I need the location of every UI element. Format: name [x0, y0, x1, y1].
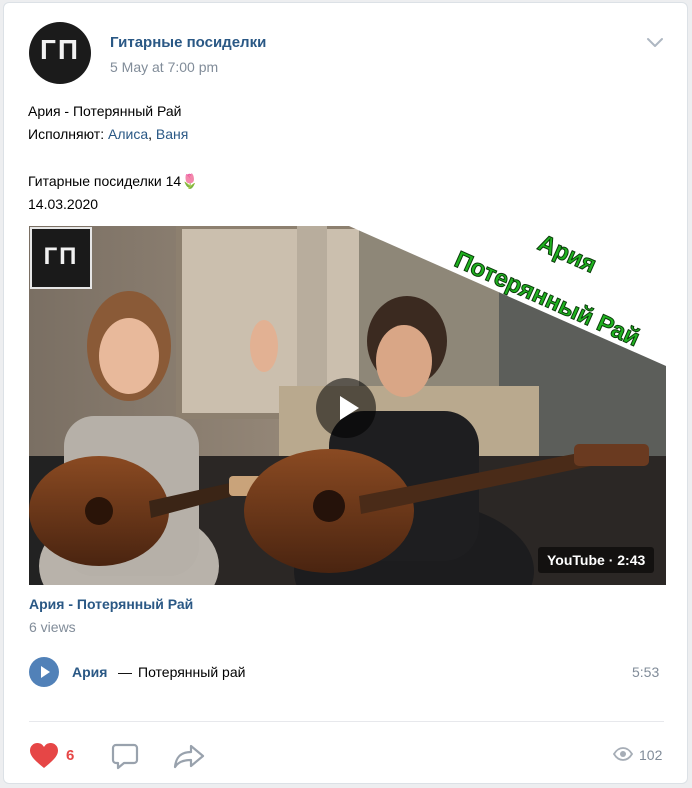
- eye-icon: [613, 747, 633, 761]
- post-date[interactable]: 5 May at 7:00 pm: [110, 59, 218, 75]
- post-text-line: Гитарные посиделки 14🌷: [28, 171, 199, 191]
- post-card: ГП Гитарные посиделки 5 May at 7:00 pm А…: [3, 2, 688, 784]
- post-text-date: 14.03.2020: [28, 196, 99, 212]
- comment-icon[interactable]: [110, 741, 140, 771]
- group-name-link[interactable]: Гитарные посиделки: [110, 34, 266, 51]
- video-duration-badge: YouTube · 2:43: [538, 547, 655, 573]
- share-icon[interactable]: [172, 742, 206, 770]
- audio-separator: —: [118, 664, 132, 680]
- comma: ,: [148, 126, 156, 142]
- audio-duration: 5:53: [632, 664, 660, 680]
- audio-play-button[interactable]: [29, 657, 59, 687]
- like-count[interactable]: 6: [66, 747, 74, 764]
- chevron-down-icon[interactable]: [644, 34, 666, 50]
- video-play-button[interactable]: [316, 378, 376, 438]
- audio-title[interactable]: Потерянный рай: [138, 664, 245, 680]
- performer-link-alisa[interactable]: Алиса: [108, 126, 148, 142]
- play-icon: [340, 396, 359, 420]
- post-performers-line: Исполняют: Алиса, Ваня: [28, 124, 188, 144]
- video-title-link[interactable]: Ария - Потерянный Рай: [29, 596, 193, 612]
- post-text-event: Гитарные посиделки 14: [28, 173, 182, 189]
- group-avatar[interactable]: ГП: [29, 22, 91, 84]
- channel-logo-text: ГП: [43, 243, 79, 270]
- video-player[interactable]: Ария Потерянный Рай ГП YouTube · 2:43: [29, 226, 666, 585]
- play-icon: [41, 666, 50, 678]
- avatar-logo-text: ГП: [40, 34, 80, 65]
- performer-link-vanya[interactable]: Ваня: [156, 126, 188, 142]
- post-text-line: Ария - Потерянный Рай: [28, 103, 182, 119]
- performers-prefix: Исполняют:: [28, 126, 108, 142]
- channel-logo: ГП: [30, 227, 92, 289]
- heart-icon[interactable]: [29, 742, 59, 769]
- audio-artist-link[interactable]: Ария: [72, 664, 107, 680]
- tulip-emoji-icon: 🌷: [181, 173, 199, 189]
- views-count: 102: [639, 747, 663, 763]
- video-views: 6 views: [29, 619, 76, 635]
- divider: [29, 721, 664, 722]
